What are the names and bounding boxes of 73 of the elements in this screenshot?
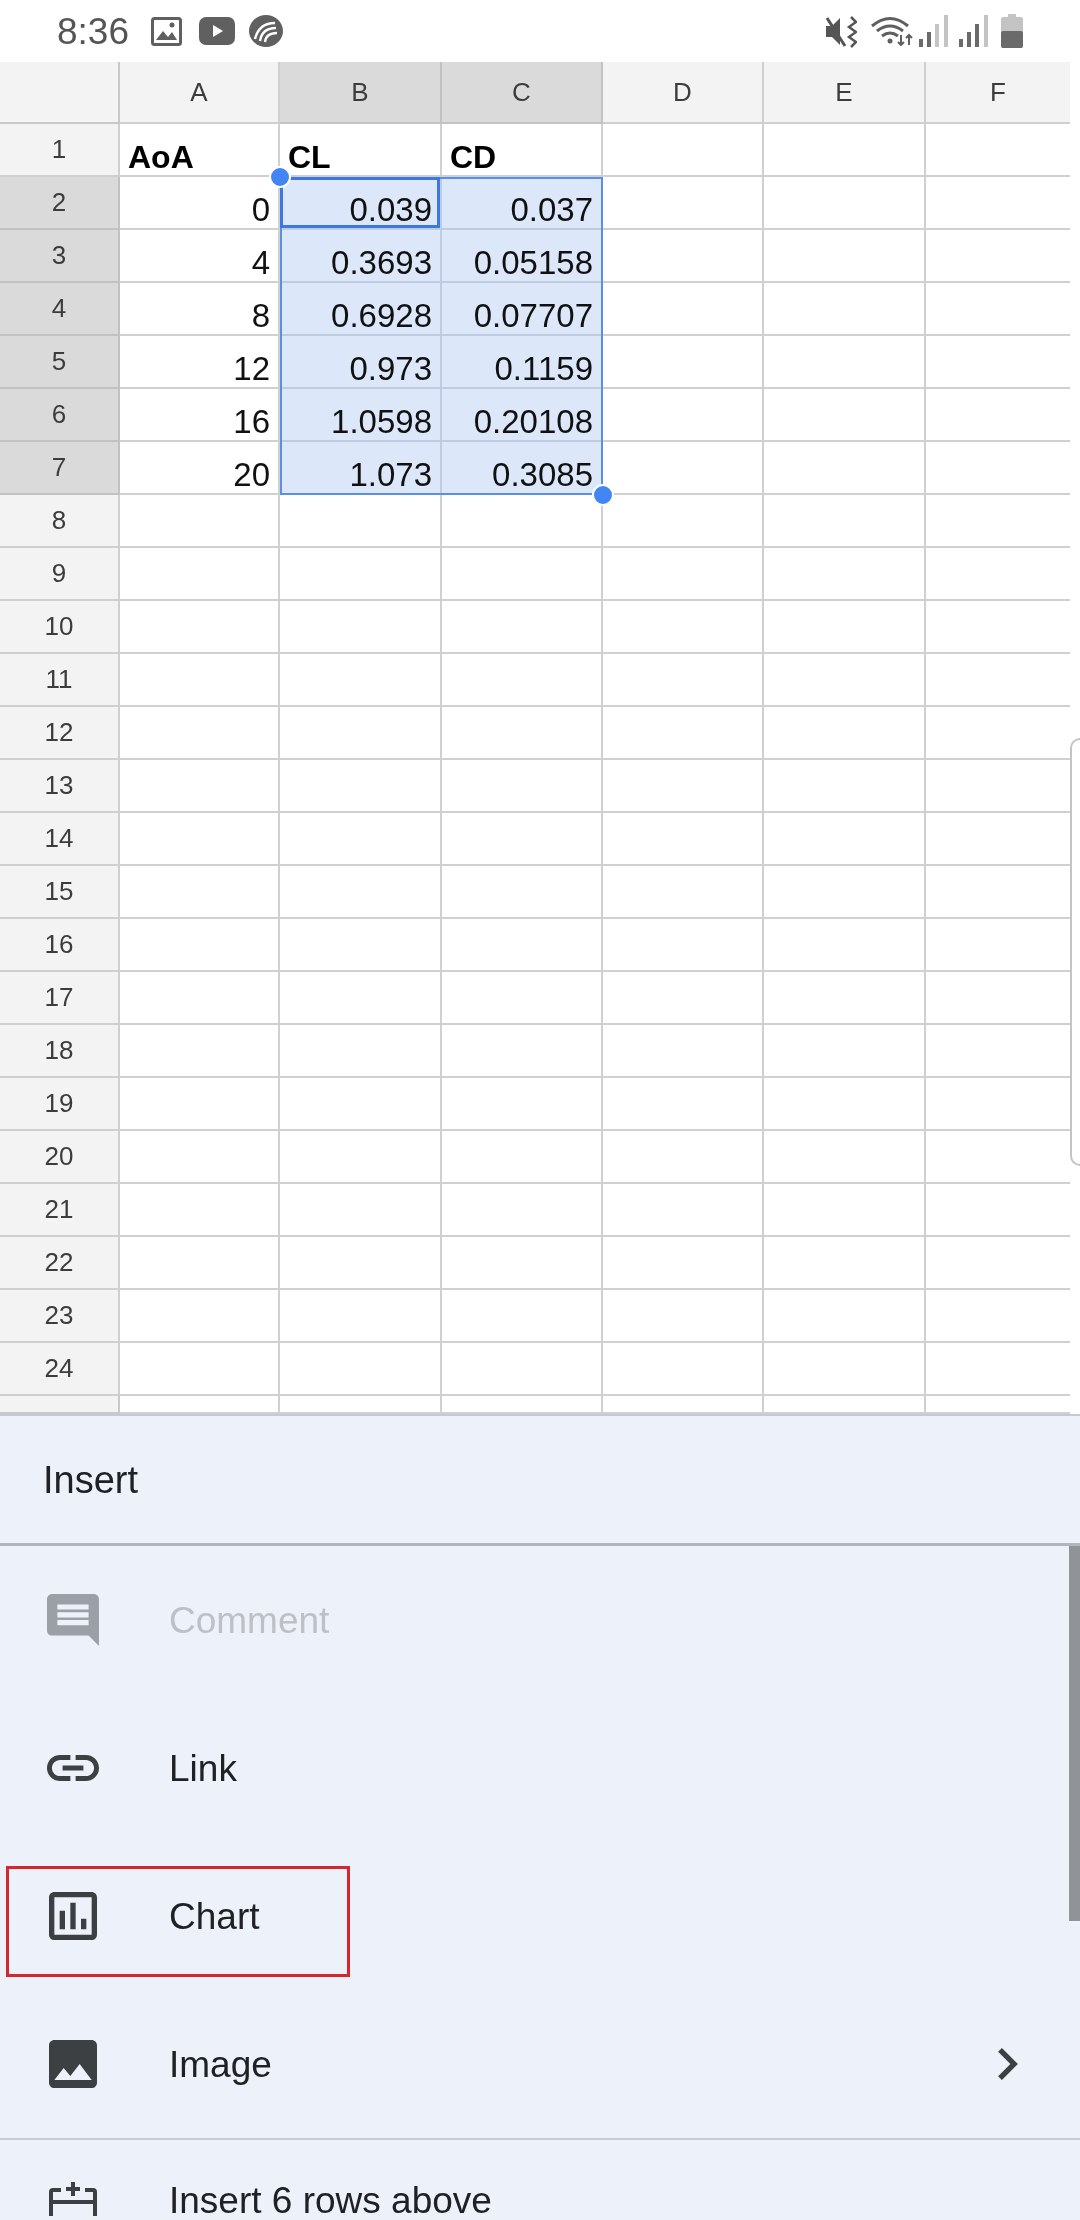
battery-icon	[1000, 14, 1024, 48]
sheet-title: Insert	[43, 1460, 139, 1499]
row-header[interactable]: 22	[0, 1237, 120, 1290]
signal-icon	[959, 15, 989, 47]
row-header[interactable]: 10	[0, 601, 120, 654]
sheet-cell[interactable]: 16	[120, 389, 280, 442]
scrollbar-thumb[interactable]	[1069, 1546, 1080, 1921]
sheet-cell[interactable]: 0.3085	[442, 442, 603, 495]
sheet-cell[interactable]: 8	[120, 283, 280, 336]
row-header[interactable]: 8	[0, 495, 120, 548]
sheet-cell[interactable]: 12	[120, 336, 280, 389]
column-header[interactable]: F	[926, 62, 1070, 124]
row-header[interactable]	[0, 1396, 120, 1414]
row-header[interactable]: 21	[0, 1184, 120, 1237]
sheet-cell[interactable]: 0.973	[280, 336, 442, 389]
column-header[interactable]: E	[764, 62, 926, 124]
sheet-cell[interactable]: 0.07707	[442, 283, 603, 336]
sheet-cell[interactable]: 0.3693	[280, 230, 442, 283]
column-header[interactable]: A	[120, 62, 280, 124]
select-all-corner[interactable]	[0, 62, 120, 124]
chevron-right-icon	[998, 2048, 1018, 2080]
row-header[interactable]: 19	[0, 1078, 120, 1131]
column-header[interactable]: B	[280, 62, 442, 124]
row-header[interactable]: 20	[0, 1131, 120, 1184]
row-header[interactable]: 11	[0, 654, 120, 707]
row-header[interactable]: 18	[0, 1025, 120, 1078]
row-header[interactable]: 2	[0, 177, 120, 230]
sheet-cell[interactable]: 20	[120, 442, 280, 495]
row-header[interactable]: 13	[0, 760, 120, 813]
row-header[interactable]: 6	[0, 389, 120, 442]
row-header[interactable]: 7	[0, 442, 120, 495]
signal-icon	[919, 15, 949, 47]
sheet-cell[interactable]: 0.6928	[280, 283, 442, 336]
swirl-icon	[249, 15, 283, 47]
menu-item[interactable]: Image	[0, 1990, 1066, 2138]
image-icon	[49, 2040, 97, 2088]
scroll-handle[interactable]	[1070, 738, 1080, 1166]
sheet-cell[interactable]: 0.05158	[442, 230, 603, 283]
play-icon	[199, 17, 235, 45]
row-header[interactable]: 24	[0, 1343, 120, 1396]
row-header[interactable]: 1	[0, 124, 120, 177]
row-header[interactable]: 4	[0, 283, 120, 336]
sheet-cell[interactable]: CD	[442, 124, 603, 177]
mute-vibrate-icon	[825, 14, 857, 48]
row-header[interactable]: 12	[0, 707, 120, 760]
sheet-cell[interactable]: 0.039	[280, 177, 442, 230]
menu-item[interactable]: Insert 6 rows above	[0, 2140, 1066, 2220]
row-header[interactable]: 15	[0, 866, 120, 919]
plus-box-icon	[49, 2182, 97, 2216]
menu-item[interactable]: Link	[0, 1694, 1066, 1842]
link-icon	[47, 1755, 99, 1781]
menu-item[interactable]: Chart	[0, 1842, 1066, 1990]
row-header[interactable]: 5	[0, 336, 120, 389]
sheet-cell[interactable]: 0.20108	[442, 389, 603, 442]
row-header[interactable]: 17	[0, 972, 120, 1025]
bar-chart-icon	[49, 1892, 97, 1940]
row-header[interactable]: 3	[0, 230, 120, 283]
sheet-cell[interactable]: AoA	[120, 124, 280, 177]
sheet-cell[interactable]: 0.037	[442, 177, 603, 230]
row-header[interactable]: 23	[0, 1290, 120, 1343]
gallery-icon	[151, 16, 182, 46]
column-header[interactable]: D	[603, 62, 764, 124]
sheet-cell[interactable]: 1.0598	[280, 389, 442, 442]
comment-icon	[47, 1594, 99, 1646]
sheet-cell[interactable]: 1.073	[280, 442, 442, 495]
column-header[interactable]: C	[442, 62, 603, 124]
status-time: 8:36	[57, 12, 129, 50]
wifi-icon	[870, 16, 913, 46]
row-header[interactable]: 14	[0, 813, 120, 866]
row-header[interactable]: 16	[0, 919, 120, 972]
sheet-cell[interactable]: 4	[120, 230, 280, 283]
sheet-cell[interactable]: 0.1159	[442, 336, 603, 389]
row-header[interactable]: 9	[0, 548, 120, 601]
